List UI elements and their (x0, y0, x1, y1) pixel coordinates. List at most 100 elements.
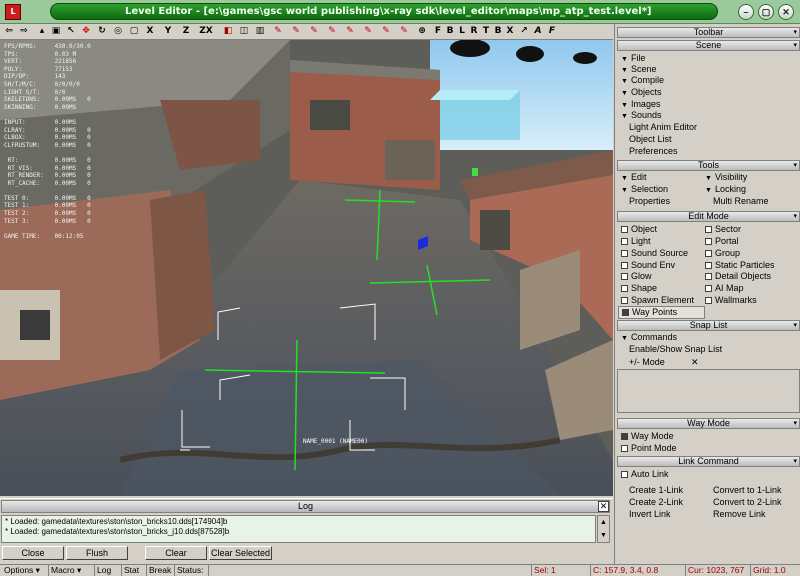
tool-icon-3[interactable]: ✎ (308, 25, 320, 38)
create-2-link-button[interactable]: Create 2-Link (629, 497, 683, 508)
snap-mode-toggle[interactable]: +/- Mode (629, 357, 665, 368)
cursor-icon[interactable]: ↖ (65, 25, 77, 38)
view-right-button[interactable]: R (468, 25, 480, 38)
mode-way-points-radio[interactable]: Way Points (618, 306, 705, 319)
select-icon[interactable]: ▴ (36, 25, 48, 38)
snap-commands-menu[interactable]: ▼ Commands (621, 332, 677, 344)
arrow-right-icon[interactable]: ⇨ (18, 25, 30, 38)
log-close-icon[interactable]: ✕ (598, 501, 609, 512)
point-mode-radio[interactable]: Point Mode (621, 443, 677, 454)
minimize-button[interactable]: – (738, 4, 754, 20)
tools-locking-menu[interactable]: ▼ Locking (705, 184, 746, 196)
mode-portal-radio[interactable]: Portal (705, 236, 739, 247)
tool-icon-8[interactable]: ✎ (398, 25, 410, 38)
status-options-menu[interactable]: Options ▾ (2, 565, 40, 576)
app-icon[interactable]: L (5, 4, 21, 20)
remove-link-button[interactable]: Remove Link (713, 509, 766, 520)
view-reset-button[interactable]: X (504, 25, 516, 38)
tool-icon-4[interactable]: ✎ (326, 25, 338, 38)
mode-sector-radio[interactable]: Sector (705, 224, 741, 235)
move-icon[interactable]: ✥ (80, 25, 92, 38)
edit-mode-header[interactable]: Edit Mode ▾ (617, 211, 800, 222)
convert-to-2-link-button[interactable]: Convert to 2-Link (713, 497, 782, 508)
enable-show-snap-list-button[interactable]: Enable/Show Snap List (629, 344, 722, 355)
tools-edit-menu[interactable]: ▼ Edit (621, 172, 646, 184)
object-icon[interactable]: ▣ (50, 25, 62, 38)
way-mode-header[interactable]: Way Mode ▾ (617, 418, 800, 429)
axis-z-button[interactable]: Z (180, 25, 192, 38)
scene-menu-objects[interactable]: ▼ Objects (621, 87, 661, 99)
scene-header[interactable]: Scene ▾ (617, 40, 800, 51)
mode-wallmarks-radio[interactable]: Wallmarks (705, 295, 757, 306)
log-scrollbar[interactable]: ▲ ▼ (597, 515, 610, 543)
view-back-button[interactable]: B (444, 25, 456, 38)
preferences-button[interactable]: Preferences (629, 146, 678, 157)
auto-link-checkbox[interactable]: Auto Link (621, 469, 669, 480)
link-command-header[interactable]: Link Command ▾ (617, 456, 800, 467)
scroll-down-icon[interactable]: ▼ (598, 529, 609, 542)
object-snap-icon[interactable]: ◫ (238, 25, 250, 38)
status-log-button[interactable]: Log (94, 565, 111, 576)
snap-icon[interactable]: ▢ (128, 25, 140, 38)
scene-menu-sounds[interactable]: ▼ Sounds (621, 110, 661, 122)
camera-icon[interactable]: ↗ (518, 25, 530, 38)
log-flush-button[interactable]: Flush (66, 546, 128, 560)
snap-list-box[interactable] (617, 369, 800, 413)
view-top-button[interactable]: T (480, 25, 492, 38)
light-anim-editor-button[interactable]: Light Anim Editor (629, 122, 697, 133)
mode-group-radio[interactable]: Group (705, 248, 740, 259)
view-left-button[interactable]: L (456, 25, 468, 38)
fly-mode-icon[interactable]: A (532, 25, 544, 38)
close-window-button[interactable]: ✕ (778, 4, 794, 20)
arrow-left-icon[interactable]: ⇦ (3, 25, 15, 38)
scroll-up-icon[interactable]: ▲ (598, 516, 609, 529)
object-list-button[interactable]: Object List (629, 134, 672, 145)
scene-menu-compile[interactable]: ▼ Compile (621, 75, 664, 87)
mode-sound-env-radio[interactable]: Sound Env (621, 260, 675, 271)
scale-icon[interactable]: ◎ (112, 25, 124, 38)
tool-icon-2[interactable]: ✎ (290, 25, 302, 38)
tool-icon-5[interactable]: ✎ (344, 25, 356, 38)
tool-icon-1[interactable]: ✎ (272, 25, 284, 38)
convert-to-1-link-button[interactable]: Convert to 1-Link (713, 485, 782, 496)
mode-shape-radio[interactable]: Shape (621, 283, 657, 294)
status-stat-button[interactable]: Stat (121, 565, 139, 576)
multi-rename-button[interactable]: Multi Rename (713, 196, 769, 207)
mode-object-radio[interactable]: Object (621, 224, 657, 235)
axis-y-button[interactable]: Y (162, 25, 174, 38)
view-front-button[interactable]: F (432, 25, 444, 38)
zoom-icon[interactable]: ⊕ (416, 25, 428, 38)
maximize-button[interactable]: ▢ (758, 4, 774, 20)
axis-zx-button[interactable]: ZX (198, 25, 214, 38)
snap-list-header[interactable]: Snap List ▾ (617, 320, 800, 331)
tools-visibility-menu[interactable]: ▼ Visibility (705, 172, 747, 184)
tools-selection-menu[interactable]: ▼ Selection (621, 184, 668, 196)
properties-button[interactable]: Properties (629, 196, 670, 207)
status-break-button[interactable]: Break (146, 565, 171, 576)
tool-icon-6[interactable]: ✎ (362, 25, 374, 38)
mode-spawn-element-radio[interactable]: Spawn Element (621, 295, 694, 306)
view-bottom-button[interactable]: B (492, 25, 504, 38)
mode-light-radio[interactable]: Light (621, 236, 651, 247)
invert-link-button[interactable]: Invert Link (629, 509, 671, 520)
log-close-button[interactable]: Close (2, 546, 64, 560)
rotate-icon[interactable]: ↻ (96, 25, 108, 38)
snap-remove-button[interactable]: ✕ (691, 357, 699, 368)
tool-icon-7[interactable]: ✎ (380, 25, 392, 38)
normal-snap-icon[interactable]: ▥ (254, 25, 266, 38)
mode-static-particles-radio[interactable]: Static Particles (705, 260, 775, 271)
grid-snap-icon[interactable]: ◧ (222, 25, 234, 38)
status-macro-menu[interactable]: Macro ▾ (48, 565, 81, 576)
mode-glow-radio[interactable]: Glow (621, 271, 652, 282)
axis-x-button[interactable]: X (144, 25, 156, 38)
mode-ai-map-radio[interactable]: AI Map (705, 283, 744, 294)
mode-detail-objects-radio[interactable]: Detail Objects (705, 271, 771, 282)
log-clear-button[interactable]: Clear (145, 546, 207, 560)
log-clear-selected-button[interactable]: Clear Selected (209, 546, 272, 560)
tools-header[interactable]: Tools ▾ (617, 160, 800, 171)
way-mode-radio[interactable]: Way Mode (621, 431, 674, 442)
mode-sound-source-radio[interactable]: Sound Source (621, 248, 688, 259)
free-mode-icon[interactable]: F (546, 25, 558, 38)
3d-viewport[interactable]: FPS/RPMS: 430.0/30.0 TPS: 0.03 M VERT: 2… (0, 40, 613, 496)
create-1-link-button[interactable]: Create 1-Link (629, 485, 683, 496)
